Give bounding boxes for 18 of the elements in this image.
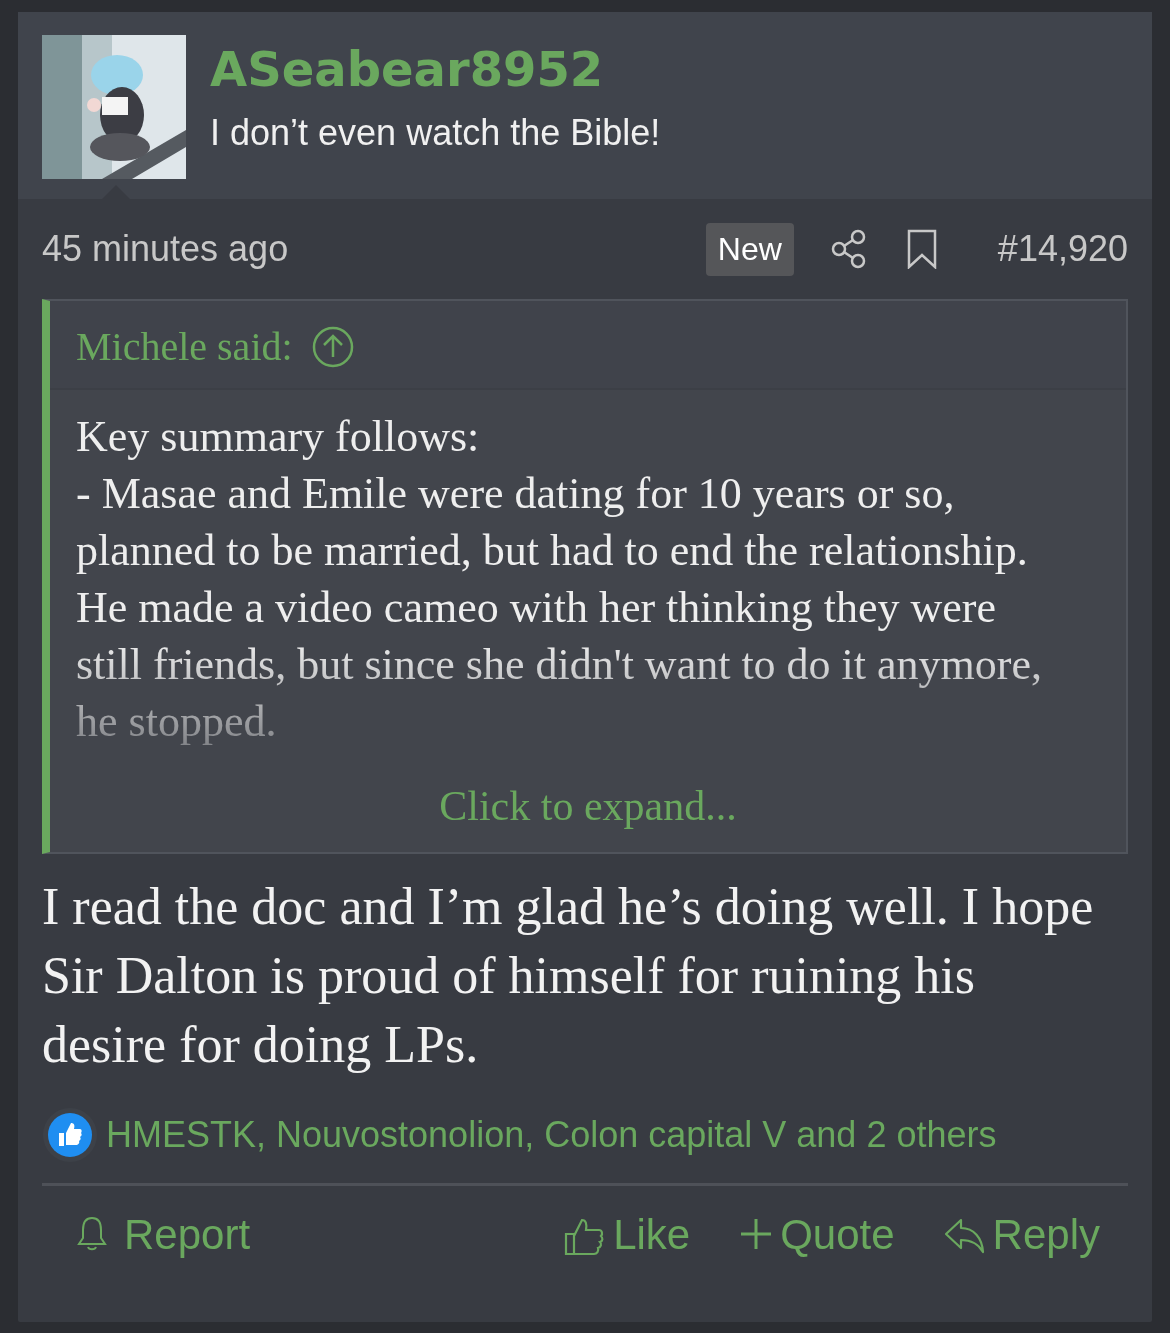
quote-text: - Masae and Emile were dating for 10 years or so, planned to be married, but had to end the relationship. He made a video cameo with her thinking they were still friends, but since she didn't want to do it anymore, he stopped.	[76, 468, 1043, 748]
bookmark-icon[interactable]	[905, 229, 938, 269]
like-button[interactable]: Like	[563, 1211, 691, 1259]
new-badge: New	[705, 222, 794, 276]
post-time[interactable]: 45 minutes ago	[42, 228, 706, 270]
username[interactable]: ASeabear8952	[210, 41, 661, 97]
quote-button[interactable]: Quote	[738, 1211, 895, 1259]
expand-link[interactable]: Click to expand...	[50, 782, 1126, 830]
user-title: I don’t even watch the Bible!	[210, 111, 661, 155]
thumbs-up-icon[interactable]	[42, 1107, 98, 1163]
report-button[interactable]: Report	[74, 1211, 251, 1259]
post-number[interactable]: #14,920	[997, 228, 1128, 270]
quote-text: Key summary follows:	[76, 411, 481, 463]
reaction-list[interactable]: HMESTK, Nouvostonolion, Colon capital V and 2 others	[106, 1114, 997, 1156]
reply-button[interactable]: Reply	[942, 1211, 1100, 1259]
quote-attribution[interactable]: Michele said:	[76, 323, 293, 370]
share-icon[interactable]	[829, 229, 866, 269]
message-text: I read the doc and I’m glad he’s doing well. I hope Sir Dalton is proud of himself for ruining his desire for doing LPs.	[42, 877, 1095, 1075]
